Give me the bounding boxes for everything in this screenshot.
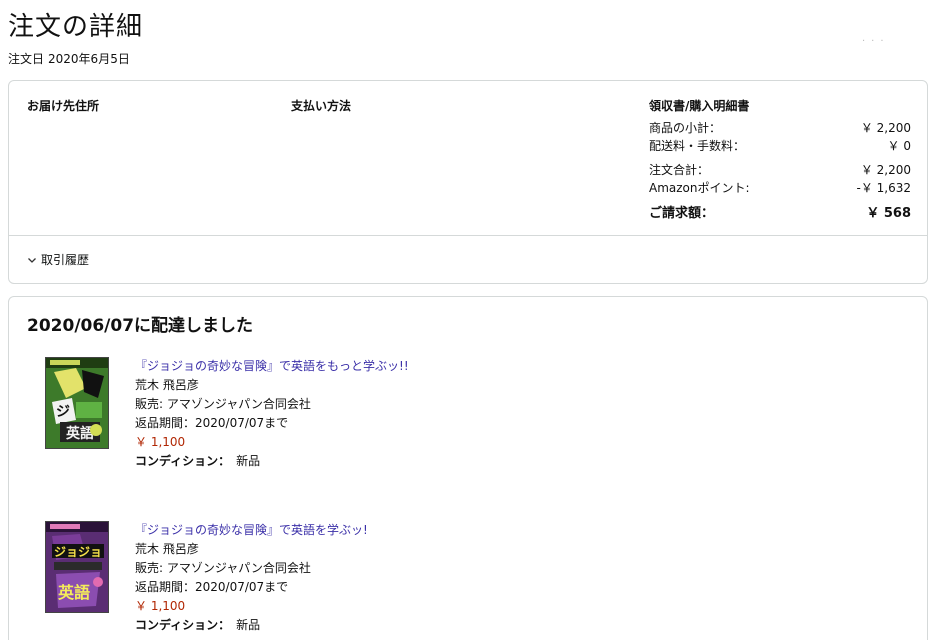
item-condition-value: 新品 [236, 454, 261, 468]
book-cover-image: ジ 英語 [46, 358, 108, 448]
summary-top: お届け先住所 支払い方法 領収書/購入明細書 商品の小計： ￥ 2,200 配送… [9, 81, 927, 236]
svg-text:ジョジョ: ジョジョ [54, 545, 102, 559]
item-author: 荒木 飛呂彦 [135, 378, 199, 392]
item-return-period: 返品期間：2020/07/07まで [135, 416, 289, 430]
subtotal-row: 商品の小計： ￥ 2,200 [649, 119, 911, 137]
item-condition-label: コンディション： [135, 454, 231, 468]
item-info: 『ジョジョの奇妙な冒険』で英語をもっと学ぶッ!! 荒木 飛呂彦 販売: アマゾン… [135, 357, 409, 471]
item-info: 『ジョジョの奇妙な冒険』で英語を学ぶッ! 荒木 飛呂彦 販売: アマゾンジャパン… [135, 521, 368, 635]
receipt-title[interactable]: 領収書/購入明細書 [649, 97, 749, 114]
order-date: 注文日 2020年6月5日 [8, 50, 134, 67]
order-summary-box: お届け先住所 支払い方法 領収書/購入明細書 商品の小計： ￥ 2,200 配送… [8, 80, 928, 284]
item-title-link[interactable]: 『ジョジョの奇妙な冒険』で英語をもっと学ぶッ!! [135, 357, 409, 376]
order-total-label: 注文合計： [649, 163, 710, 177]
item-seller: 販売: アマゾンジャパン合同会社 [135, 397, 311, 411]
svg-text:英語: 英語 [65, 425, 94, 442]
delivery-status-title: 2020/06/07に配達しました [27, 316, 254, 336]
loading-dots-icon: ··· [862, 36, 890, 47]
shipping-row: 配送料・手数料： ￥ 0 [649, 137, 911, 155]
order-date-value: 2020年6月5日 [48, 52, 130, 66]
item-seller: 販売: アマゾンジャパン合同会社 [135, 561, 311, 575]
order-total-row: 注文合計： ￥ 2,200 [649, 161, 911, 179]
payment-title: 支払い方法 [291, 99, 352, 113]
points-label: Amazonポイント: [649, 181, 750, 195]
item-price: ￥ 1,100 [135, 435, 186, 449]
item-condition-label: コンディション： [135, 618, 231, 632]
billed-amount-value: ￥ 568 [866, 206, 911, 221]
item-price: ￥ 1,100 [135, 599, 186, 613]
shipping-value: ￥ 0 [887, 139, 911, 153]
order-item: ジ 英語 『ジョジョの奇妙な冒険』で英語をもっと学ぶッ!! 荒木 飛呂彦 販売:… [9, 357, 927, 487]
order-item: ジョジョ 英語 『ジョジョの奇妙な冒険』で英語を学ぶッ! 荒木 飛呂彦 販売: … [9, 521, 927, 640]
item-condition-value: 新品 [236, 618, 261, 632]
item-condition: コンディション： 新品 [135, 452, 409, 471]
product-image[interactable]: ジ 英語 [45, 357, 109, 449]
page-title: 注文の詳細 [8, 12, 144, 42]
points-value: -￥ 1,632 [856, 181, 912, 195]
item-return-period: 返品期間：2020/07/07まで [135, 580, 289, 594]
book-cover-image: ジョジョ 英語 [46, 522, 108, 612]
subtotal-value: ￥ 2,200 [860, 121, 911, 135]
billed-amount-row: ご請求額： ￥ 568 [649, 202, 911, 221]
points-row: Amazonポイント: -￥ 1,632 [649, 179, 911, 197]
order-total-value: ￥ 2,200 [860, 163, 911, 177]
transaction-history-toggle[interactable]: 取引履歴 [27, 251, 89, 268]
svg-text:ジ: ジ [56, 404, 70, 420]
transaction-history-label: 取引履歴 [41, 253, 90, 267]
address-title: お届け先住所 [27, 99, 100, 113]
svg-text:英語: 英語 [57, 583, 90, 602]
chevron-down-icon [28, 257, 36, 263]
subtotal-label: 商品の小計： [649, 121, 722, 135]
item-title-link[interactable]: 『ジョジョの奇妙な冒険』で英語を学ぶッ! [135, 521, 368, 540]
delivery-box: 2020/06/07に配達しました ジ 英語 『ジョジョの奇妙な冒険』で英語をも… [8, 296, 928, 640]
order-date-label: 注文日 [8, 52, 45, 66]
billed-amount-label: ご請求額： [649, 206, 715, 221]
shipping-label: 配送料・手数料： [649, 139, 746, 153]
item-condition: コンディション： 新品 [135, 616, 368, 635]
item-author: 荒木 飛呂彦 [135, 542, 199, 556]
product-image[interactable]: ジョジョ 英語 [45, 521, 109, 613]
